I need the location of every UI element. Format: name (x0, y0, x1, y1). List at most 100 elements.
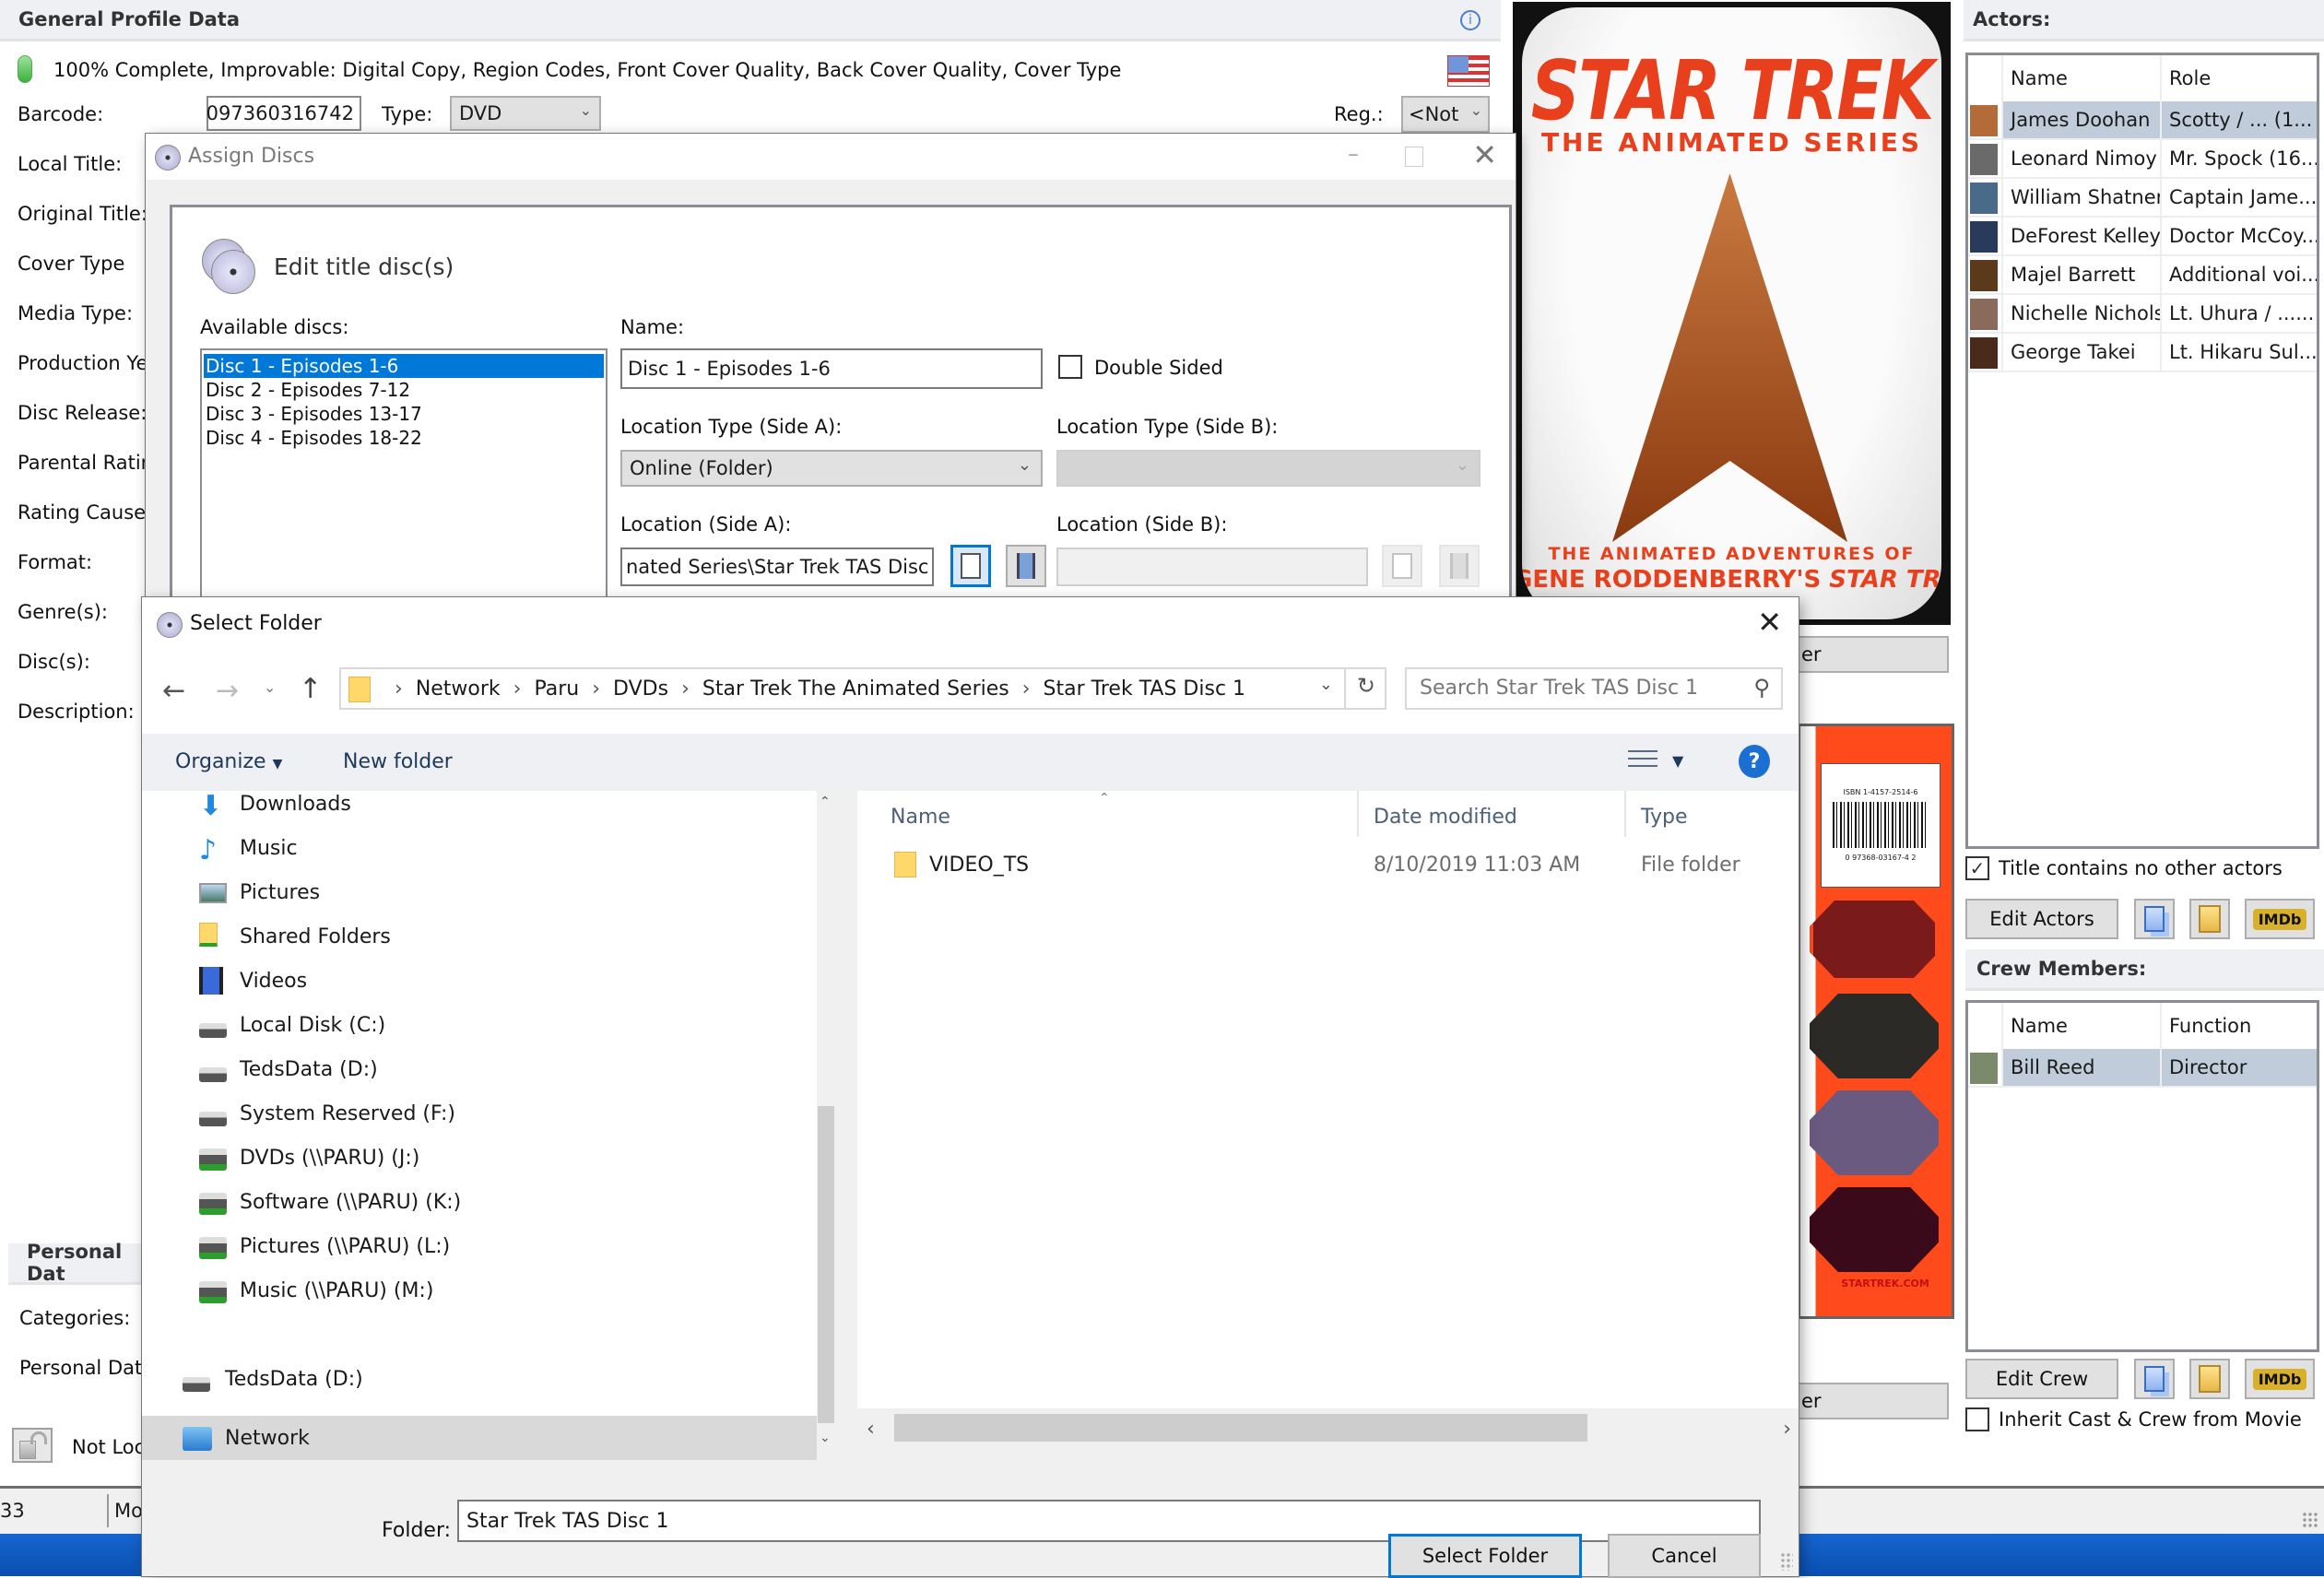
crew-grid[interactable]: Name Function Bill Reed Director (1965, 1000, 2319, 1352)
address-history-chevron-icon[interactable]: ⌄ (1319, 675, 1333, 694)
disc-name-field[interactable]: Disc 1 - Episodes 1-6 (620, 348, 1043, 389)
nav-item[interactable]: Music (\\PARU) (M:) (142, 1268, 817, 1313)
column-header-role[interactable]: Role (2160, 55, 2317, 101)
scroll-left-icon[interactable]: ‹ (867, 1418, 875, 1441)
nav-item[interactable]: DVDs (\\PARU) (J:) (142, 1136, 817, 1180)
nav-vertical-scrollbar[interactable]: ⌃ ⌄ (817, 791, 835, 1454)
column-header-type[interactable]: Type (1641, 806, 1688, 829)
column-header-name[interactable]: Name (891, 806, 950, 829)
scroll-right-icon[interactable]: › (1783, 1418, 1791, 1441)
location-type-a-dropdown[interactable]: Online (Folder) ⌄ (620, 450, 1043, 487)
minimize-button[interactable]: – (1348, 141, 1359, 167)
crew-row[interactable]: Bill Reed Director (1968, 1049, 2317, 1088)
actor-row[interactable]: Leonard Nimoy Mr. Spock (16... (1968, 140, 2317, 179)
scroll-down-icon[interactable]: ⌄ (820, 1431, 831, 1445)
recent-locations-chevron-icon[interactable]: ⌄ (264, 678, 276, 696)
resize-grip-icon[interactable] (1780, 1552, 1793, 1571)
available-discs-listbox[interactable]: Disc 1 - Episodes 1-6 Disc 2 - Episodes 7… (200, 348, 608, 625)
copy-actors-button[interactable] (2134, 899, 2175, 939)
search-box[interactable]: Search Star Trek TAS Disc 1 ⚲ (1405, 667, 1783, 710)
actor-row[interactable]: Nichelle Nichols Lt. Uhura / ...... (1968, 295, 2317, 334)
breadcrumb-separator-icon[interactable]: › (681, 677, 690, 701)
resize-grip-icon[interactable] (2302, 1512, 2318, 1528)
forward-arrow-icon[interactable]: → (216, 675, 239, 707)
disc-list-item[interactable]: Disc 1 - Episodes 1-6 (204, 354, 604, 378)
nav-item[interactable]: TedsData (D:) (142, 1047, 817, 1091)
nav-item[interactable]: Pictures (142, 870, 817, 914)
inherit-cast-crew-checkbox[interactable] (1965, 1407, 1989, 1431)
back-cover-image[interactable]: ISBN 1-4157-2514-6 0 97368-03167-4 2 STA… (1798, 724, 1954, 1319)
scroll-thumb[interactable] (818, 1106, 834, 1423)
type-dropdown[interactable]: DVD ⌄ (450, 96, 601, 131)
navigation-pane[interactable]: ⬇ Downloads ♪ Music Pictures Shared Folders Vi… (142, 790, 817, 1460)
organize-menu[interactable]: Organize ▼ (175, 750, 282, 773)
play-location-a-button[interactable] (1006, 545, 1046, 587)
front-cover-image[interactable]: STAR TREK THE ANIMATED SERIES THE ANIMAT… (1513, 2, 1951, 625)
back-arrow-icon[interactable]: ← (162, 675, 185, 707)
breadcrumb-item[interactable]: DVDs (613, 677, 668, 701)
location-a-field[interactable]: nated Series\Star Trek TAS Disc 1 (620, 548, 934, 586)
maximize-button[interactable] (1405, 147, 1423, 167)
barcode-field[interactable]: 097360316742 (206, 96, 361, 131)
paste-crew-button[interactable] (2189, 1359, 2230, 1399)
actor-row[interactable]: DeForest Kelley Doctor McCoy... (1968, 218, 2317, 256)
actors-grid[interactable]: Name Role James Doohan Scotty / ... (1...… (1965, 53, 2319, 849)
nav-item[interactable]: Shared Folders (142, 914, 817, 959)
nav-item[interactable]: ⬇ Downloads (142, 782, 817, 826)
nav-item[interactable]: Pictures (\\PARU) (L:) (142, 1224, 817, 1268)
actor-row[interactable]: Majel Barrett Additional voi... (1968, 256, 2317, 295)
browse-location-a-button[interactable] (950, 545, 991, 587)
info-icon[interactable]: i (1460, 10, 1481, 30)
region-dropdown[interactable]: <Not ⌄ (1401, 96, 1490, 133)
edit-actors-button[interactable]: Edit Actors (1965, 899, 2118, 939)
up-arrow-icon[interactable]: ↑ (299, 673, 322, 705)
search-icon[interactable]: ⚲ (1753, 675, 1770, 701)
scroll-thumb[interactable] (894, 1414, 1587, 1442)
disc-list-item[interactable]: Disc 2 - Episodes 7-12 (204, 378, 604, 402)
cancel-button[interactable]: Cancel (1608, 1534, 1761, 1578)
column-header-function[interactable]: Function (2160, 1003, 2317, 1049)
edit-crew-button[interactable]: Edit Crew (1965, 1359, 2118, 1399)
paste-actors-button[interactable] (2189, 899, 2230, 939)
actor-row[interactable]: James Doohan Scotty / ... (1... (1968, 101, 2317, 140)
breadcrumb-separator-icon[interactable]: › (395, 677, 403, 701)
actor-row[interactable]: William Shatner Captain Jame... (1968, 179, 2317, 218)
column-header-date-modified[interactable]: Date modified (1374, 806, 1517, 829)
new-folder-button[interactable]: New folder (343, 750, 453, 773)
no-other-actors-checkbox[interactable]: ✓ (1965, 856, 1989, 880)
double-sided-checkbox[interactable] (1058, 355, 1082, 379)
nav-item[interactable]: Software (\\PARU) (K:) (142, 1180, 817, 1224)
imdb-crew-button[interactable]: IMDb (2245, 1359, 2315, 1399)
refresh-icon[interactable]: ↻ (1357, 673, 1375, 699)
nav-item[interactable]: Local Disk (C:) (142, 1003, 817, 1047)
nav-item[interactable]: ♪ Music (142, 826, 817, 870)
actor-row[interactable]: George Takei Lt. Hikaru Sul... (1968, 334, 2317, 372)
breadcrumb-separator-icon[interactable]: › (1022, 677, 1031, 701)
help-icon[interactable]: ? (1739, 745, 1770, 778)
address-bar[interactable]: › Network › Paru › DVDs › Star Trek The Animate… (339, 667, 1386, 710)
folder-name-field[interactable] (457, 1454, 1656, 1501)
breadcrumb-separator-icon[interactable]: › (513, 677, 522, 701)
breadcrumb-item[interactable]: Star Trek The Animated Series (702, 677, 1009, 701)
select-folder-titlebar[interactable]: Select Folder ✕ (142, 597, 1799, 653)
scroll-up-icon[interactable]: ⌃ (820, 795, 831, 809)
assign-discs-titlebar[interactable]: Assign Discs – ✕ (146, 134, 1516, 180)
view-dropdown-arrow-icon[interactable]: ▼ (1672, 752, 1683, 770)
view-options-icon[interactable] (1628, 750, 1657, 772)
column-header-name[interactable]: Name (2001, 1003, 2160, 1049)
front-cover-button[interactable]: er (1798, 636, 1949, 673)
file-list-horizontal-scrollbar[interactable]: ‹ › (857, 1408, 1799, 1454)
close-button[interactable]: ✕ (1472, 137, 1497, 172)
breadcrumb-item[interactable]: Network (416, 677, 501, 701)
nav-root-item[interactable]: Network (142, 1416, 817, 1460)
nav-item[interactable]: Videos (142, 959, 817, 1003)
copy-crew-button[interactable] (2134, 1359, 2175, 1399)
select-folder-button[interactable]: Select Folder (1388, 1534, 1582, 1578)
breadcrumb-separator-icon[interactable]: › (592, 677, 600, 701)
disc-list-item[interactable]: Disc 3 - Episodes 13-17 (204, 402, 604, 426)
back-cover-button[interactable]: er (1798, 1383, 1949, 1419)
column-header-name[interactable]: Name (2001, 55, 2160, 101)
disc-list-item[interactable]: Disc 4 - Episodes 18-22 (204, 426, 604, 450)
nav-root-item[interactable]: TedsData (D:) (142, 1357, 817, 1401)
close-button[interactable]: ✕ (1757, 605, 1782, 640)
